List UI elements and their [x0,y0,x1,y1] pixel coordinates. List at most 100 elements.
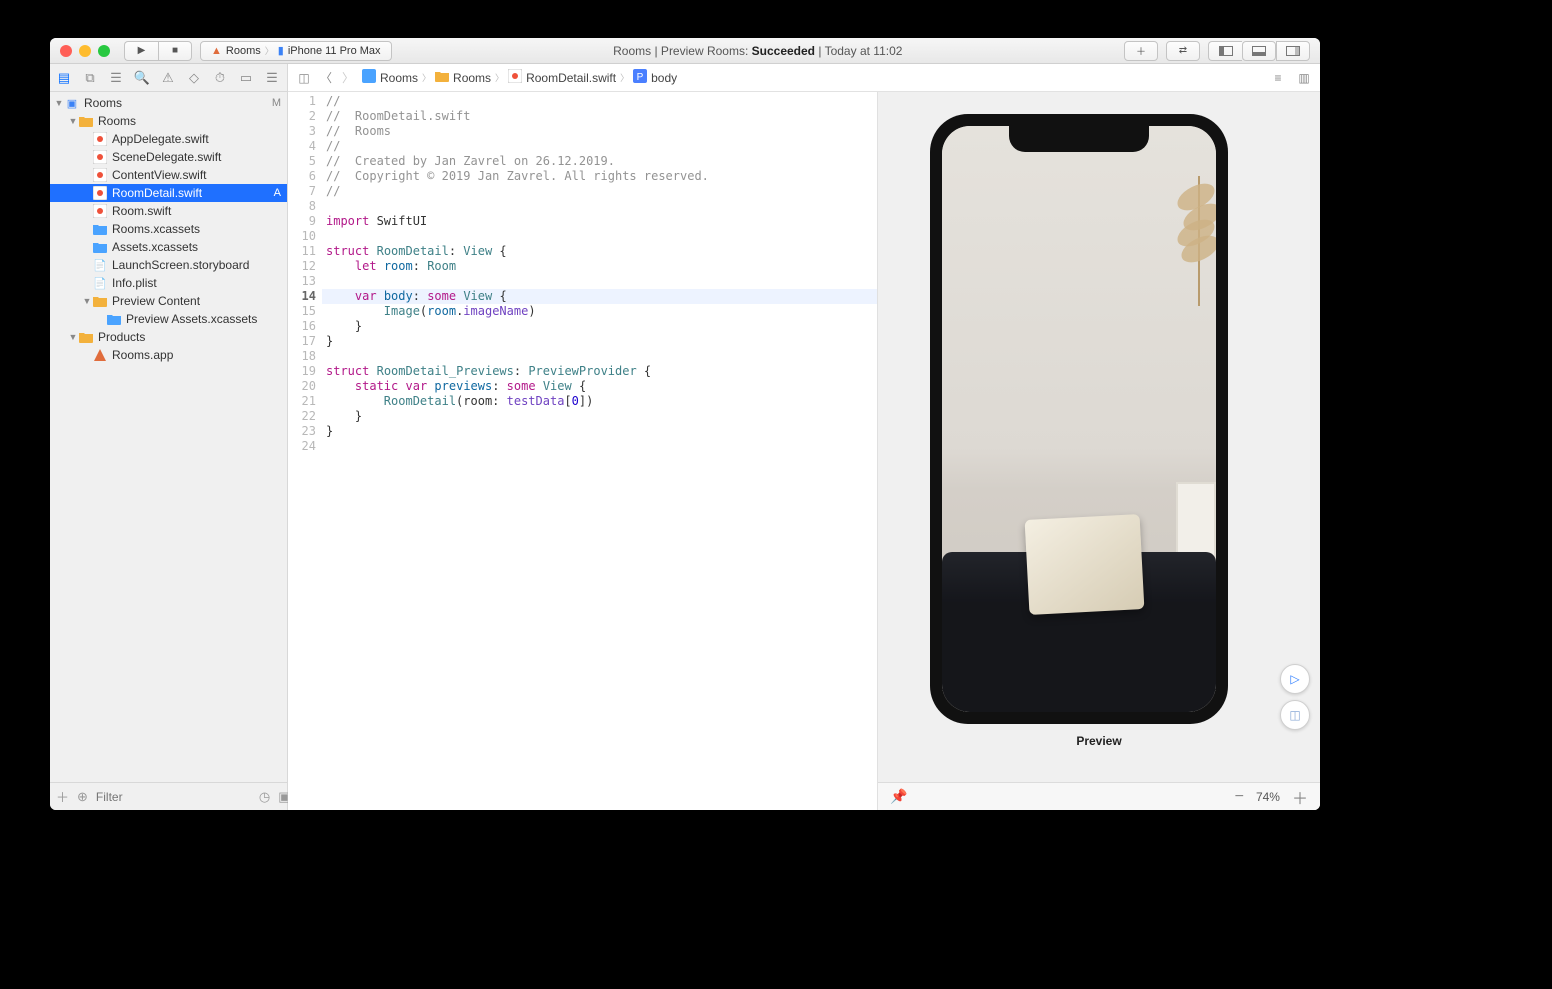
tree-row[interactable]: AppDelegate.swift [50,130,287,148]
zoom-button[interactable] [98,45,110,57]
scheme-device: iPhone 11 Pro Max [288,45,381,57]
filter-input[interactable] [96,790,251,804]
tree-row[interactable]: 📄Info.plist [50,274,287,292]
project-tree[interactable]: ▼▣RoomsM▼RoomsAppDelegate.swiftSceneDele… [50,92,287,782]
scm-badge: M [272,97,281,109]
breadcrumb-label: body [651,71,677,85]
related-items-button[interactable]: ◫ [296,70,312,86]
report-navigator-tab[interactable]: ☰ [264,70,280,86]
tree-label: ContentView.swift [112,168,207,182]
find-navigator-tab[interactable]: 🔍 [134,70,150,86]
tree-row[interactable]: ▼ Preview Content [50,292,287,310]
tree-row[interactable]: ContentView.swift [50,166,287,184]
issue-navigator-tab[interactable]: ⚠ [160,70,176,86]
tree-row[interactable]: SceneDelegate.swift [50,148,287,166]
tree-row[interactable]: Assets.xcassets [50,238,287,256]
duplicate-preview-button[interactable]: ◫ [1280,700,1310,730]
library-button[interactable]: ＋ [1124,41,1158,61]
source-control-navigator-tab[interactable]: ⧉ [82,70,98,86]
app-icon: ▲ [211,45,222,57]
breadcrumb-icon [435,70,449,85]
disclosure-icon[interactable]: ▼ [82,296,92,306]
scheme-target: Rooms [226,45,261,57]
code-body[interactable]: //// RoomDetail.swift// Rooms//// Create… [322,92,877,810]
canvas-footer: 📌 − 74% ＋ [878,782,1320,810]
back-button[interactable]: 〈 [318,70,334,86]
scm-badge: A [274,187,281,199]
tree-row[interactable]: Preview Assets.xcassets [50,310,287,328]
tree-row[interactable]: Room.swift [50,202,287,220]
tree-label: SceneDelegate.swift [112,150,221,164]
asset-icon [92,221,108,237]
pin-button[interactable]: 📌 [890,788,907,805]
breakpoint-navigator-tab[interactable]: ▭ [238,70,254,86]
recent-filter-button[interactable]: ◷ [259,789,270,805]
stop-button[interactable]: ■ [158,41,192,61]
tree-label: Room.swift [112,204,171,218]
tree-row[interactable]: 📄LaunchScreen.storyboard [50,256,287,274]
tree-row[interactable]: RoomDetail.swiftA [50,184,287,202]
tree-label: Info.plist [112,276,157,290]
toggle-debug-button[interactable] [1242,41,1276,61]
breadcrumb-item[interactable]: Rooms [435,70,491,85]
tree-row[interactable]: ▼▣ Rooms M [50,94,287,112]
app-icon [92,347,108,363]
preview-label: Preview [878,734,1320,748]
tree-label: Assets.xcassets [112,240,198,254]
tree-label: Rooms [84,96,122,110]
line-gutter: 123456789101112131415161718192021222324 [288,92,322,810]
zoom-in-button[interactable]: ＋ [1292,785,1308,809]
tree-label: Products [98,330,145,344]
symbol-navigator-tab[interactable]: ☰ [108,70,124,86]
close-button[interactable] [60,45,72,57]
preview-canvas[interactable]: Preview ▷ ◫ 📌 − 74% ＋ [878,92,1320,810]
swift-icon [92,167,108,183]
activity-status: Rooms | Preview Rooms: Succeeded | Today… [400,44,1116,58]
chevron-right-icon: 〉 [265,44,274,57]
adjust-editor-button[interactable]: ▥ [1296,70,1312,86]
live-preview-button[interactable]: ▷ [1280,664,1310,694]
debug-navigator-tab[interactable]: ⏱ [212,70,228,86]
breadcrumb-label: Rooms [453,71,491,85]
test-navigator-tab[interactable]: ◇ [186,70,202,86]
tree-label: Preview Content [112,294,200,308]
review-button[interactable]: ⇄ [1166,41,1200,61]
pillow [1025,514,1145,615]
toggle-navigator-button[interactable] [1208,41,1242,61]
tree-label: Rooms.app [112,348,173,362]
tree-row[interactable]: Rooms.xcassets [50,220,287,238]
minimap-button[interactable]: ≡ [1270,70,1286,86]
project-icon: ▣ [64,95,80,111]
disclosure-icon[interactable]: ▼ [54,98,64,108]
code-editor[interactable]: 123456789101112131415161718192021222324 … [288,92,878,810]
project-navigator-tab[interactable]: ▤ [56,70,72,86]
minimize-button[interactable] [79,45,91,57]
add-button[interactable]: ＋ [56,787,69,806]
scheme-selector[interactable]: ▲ Rooms 〉 ▮ iPhone 11 Pro Max [200,41,392,61]
disclosure-icon[interactable]: ▼ [68,332,78,342]
toolbar-right: ＋ ⇄ [1124,41,1310,61]
asset-icon [92,239,108,255]
tree-label: LaunchScreen.storyboard [112,258,249,272]
tree-row[interactable]: ▼ Products [50,328,287,346]
breadcrumb-icon [508,69,522,86]
breadcrumb-item[interactable]: Rooms [362,69,418,86]
tree-row[interactable]: ▼Rooms [50,112,287,130]
zoom-out-button[interactable]: − [1235,788,1244,806]
status-result: Succeeded [752,44,815,58]
swift-icon [92,185,108,201]
toggle-inspector-button[interactable] [1276,41,1310,61]
folder-icon [78,329,94,345]
navigator-tabs: ▤ ⧉ ☰ 🔍 ⚠ ◇ ⏱ ▭ ☰ [50,64,287,92]
phone-screen [942,126,1216,712]
tree-row[interactable]: Rooms.app [50,346,287,364]
filter-icon: ⊕ [77,789,88,805]
titlebar: ▶ ■ ▲ Rooms 〉 ▮ iPhone 11 Pro Max Rooms … [50,38,1320,64]
forward-button[interactable]: 〉 [340,70,356,86]
breadcrumb-item[interactable]: Pbody [633,69,677,86]
run-button[interactable]: ▶ [124,41,158,61]
breadcrumb-item[interactable]: RoomDetail.swift [508,69,616,86]
disclosure-icon[interactable]: ▼ [68,116,78,126]
phone-frame [930,114,1228,724]
svg-text:P: P [637,72,644,83]
